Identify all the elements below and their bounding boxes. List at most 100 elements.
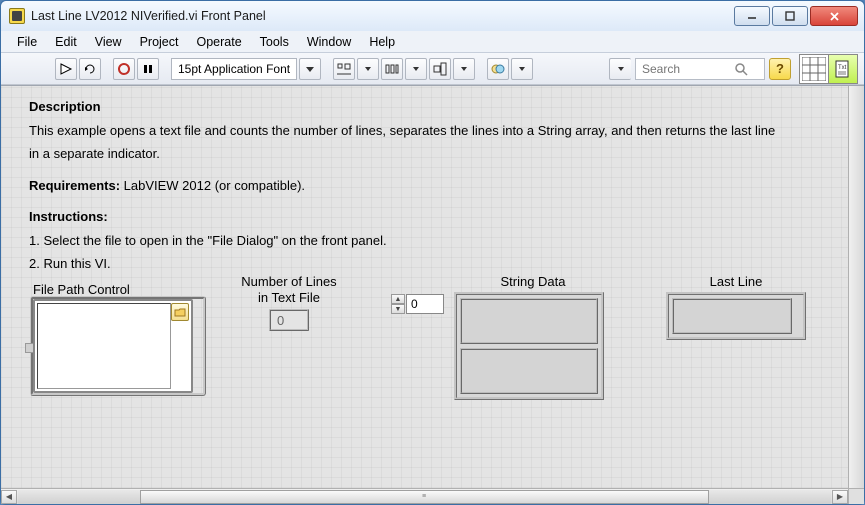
- requirements-label: Requirements:: [29, 178, 120, 193]
- pause-icon: [142, 63, 154, 75]
- align-objects-button[interactable]: [333, 58, 355, 80]
- file-path-input[interactable]: [37, 303, 171, 389]
- vi-icon[interactable]: Txt: [828, 54, 858, 84]
- distribute-icon: [385, 62, 399, 76]
- array-index-decrement[interactable]: ▼: [391, 304, 405, 314]
- close-icon: [829, 11, 840, 22]
- description-body-1: This example opens a text file and count…: [29, 122, 828, 140]
- string-data-label: String Data: [455, 274, 611, 289]
- string-array-body: [454, 292, 604, 400]
- menu-file[interactable]: File: [9, 33, 45, 51]
- chevron-down-icon: [618, 66, 624, 72]
- num-lines-label-2: in Text File: [229, 290, 349, 306]
- chevron-down-icon: [461, 66, 467, 72]
- chevron-down-icon: [306, 65, 314, 73]
- scroll-right-button[interactable]: ▶: [832, 490, 848, 504]
- reorder-icon: [491, 62, 505, 76]
- svg-text:Txt: Txt: [838, 65, 847, 71]
- string-cell-1: [460, 348, 598, 394]
- requirements-text: LabVIEW 2012 (or compatible).: [120, 178, 305, 193]
- instruction-1: 1. Select the file to open in the "File …: [29, 232, 828, 250]
- search-scope-button[interactable]: [609, 58, 631, 80]
- front-panel[interactable]: Description This example opens a text fi…: [1, 86, 848, 488]
- align-icon: [337, 62, 351, 76]
- last-line-value: [672, 298, 792, 334]
- instructions-label: Instructions:: [29, 209, 108, 224]
- scroll-h-thumb[interactable]: ≡: [140, 490, 709, 504]
- minimize-icon: [747, 11, 757, 21]
- browse-button[interactable]: [171, 303, 189, 321]
- app-icon: [9, 8, 25, 24]
- file-path-label: File Path Control: [33, 282, 203, 297]
- minimize-button[interactable]: [734, 6, 770, 26]
- menu-edit[interactable]: Edit: [47, 33, 85, 51]
- abort-icon: [118, 63, 130, 75]
- titlebar: Last Line LV2012 NIVerified.vi Front Pan…: [1, 1, 864, 31]
- menubar: File Edit View Project Operate Tools Win…: [1, 31, 864, 53]
- num-lines-label-1: Number of Lines: [229, 274, 349, 290]
- connector-pane[interactable]: [799, 54, 829, 84]
- file-path-control: File Path Control: [33, 282, 203, 393]
- distribute-dropdown[interactable]: [405, 58, 427, 80]
- resize-dropdown[interactable]: [453, 58, 475, 80]
- search-input[interactable]: [640, 61, 730, 77]
- resize-objects-button[interactable]: [429, 58, 451, 80]
- font-selector[interactable]: 15pt Application Font: [171, 58, 297, 80]
- context-help-button[interactable]: ?: [769, 58, 791, 80]
- font-dropdown-button[interactable]: [299, 58, 321, 80]
- array-index-value[interactable]: 0: [406, 294, 444, 314]
- description-body-2: in a separate indicator.: [29, 145, 828, 163]
- pause-button[interactable]: [137, 58, 159, 80]
- maximize-icon: [785, 11, 795, 21]
- vertical-scrollbar[interactable]: [848, 86, 864, 488]
- last-line-frame: [666, 292, 806, 340]
- scroll-h-track[interactable]: ≡: [18, 490, 831, 504]
- menu-project[interactable]: Project: [132, 33, 187, 51]
- controls-cluster: File Path Control Number o: [11, 274, 831, 474]
- chevron-down-icon: [413, 66, 419, 72]
- align-dropdown[interactable]: [357, 58, 379, 80]
- array-index-increment[interactable]: ▲: [391, 294, 405, 304]
- toolbar: 15pt Application Font: [1, 53, 864, 85]
- instruction-2: 2. Run this VI.: [29, 255, 828, 273]
- run-continuous-icon: [83, 62, 97, 76]
- reorder-button[interactable]: [487, 58, 509, 80]
- vi-icon-connector: Txt: [799, 54, 858, 84]
- file-path-box[interactable]: [33, 299, 193, 393]
- menu-tools[interactable]: Tools: [252, 33, 297, 51]
- horizontal-scrollbar[interactable]: ◀ ≡ ▶: [1, 488, 848, 504]
- description-text: Description This example opens a text fi…: [29, 98, 828, 273]
- close-button[interactable]: [810, 6, 858, 26]
- run-continuously-button[interactable]: [79, 58, 101, 80]
- font-label: 15pt Application Font: [178, 62, 290, 76]
- abort-button[interactable]: [113, 58, 135, 80]
- last-line-indicator: Last Line: [666, 274, 806, 340]
- help-icon: ?: [776, 61, 784, 76]
- maximize-button[interactable]: [772, 6, 808, 26]
- distribute-objects-button[interactable]: [381, 58, 403, 80]
- reorder-dropdown[interactable]: [511, 58, 533, 80]
- window-buttons: [734, 6, 858, 26]
- menu-operate[interactable]: Operate: [188, 33, 249, 51]
- app-window: Last Line LV2012 NIVerified.vi Front Pan…: [0, 0, 865, 505]
- array-index-control: ▲ ▼ 0: [391, 294, 444, 314]
- string-cell-0: [460, 298, 598, 344]
- menu-window[interactable]: Window: [299, 33, 359, 51]
- path-terminal-icon: [25, 343, 33, 353]
- menu-view[interactable]: View: [87, 33, 130, 51]
- scroll-corner: [848, 488, 864, 504]
- resize-icon: [433, 62, 447, 76]
- search-box[interactable]: [635, 58, 765, 80]
- front-panel-area: Description This example opens a text fi…: [1, 85, 864, 504]
- window-title: Last Line LV2012 NIVerified.vi Front Pan…: [31, 9, 266, 23]
- scroll-left-button[interactable]: ◀: [1, 490, 17, 504]
- run-button[interactable]: [55, 58, 77, 80]
- menu-help[interactable]: Help: [361, 33, 403, 51]
- txt-file-icon: Txt: [833, 59, 853, 79]
- chevron-down-icon: [365, 66, 371, 72]
- number-of-lines-indicator: Number of Lines in Text File 0: [229, 274, 349, 331]
- folder-icon: [174, 307, 186, 317]
- string-data-array: String Data ▲ ▼ 0: [391, 274, 611, 400]
- search-icon: [734, 62, 748, 76]
- connector-grid-icon: [802, 57, 826, 81]
